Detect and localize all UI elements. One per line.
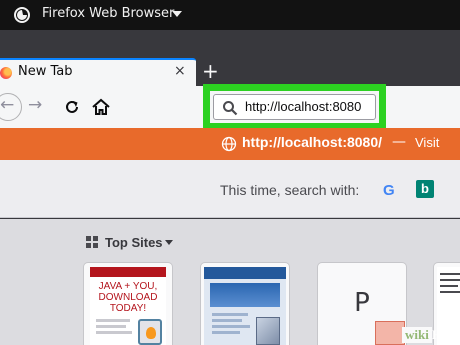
watermark-part2: How xyxy=(431,327,458,342)
forward-button[interactable]: → xyxy=(28,95,52,119)
tab-strip: New Tab × + xyxy=(0,30,460,86)
app-menu-label[interactable]: Firefox Web Browser xyxy=(42,6,174,21)
watermark-part1: wiki xyxy=(402,327,432,343)
google-glyph: G xyxy=(383,182,395,199)
search-with-prompt: This time, search with: xyxy=(220,182,360,198)
top-site-tile-p[interactable]: P xyxy=(318,263,406,345)
url-suggestion-row[interactable]: http://localhost:8080/ — Visit xyxy=(0,128,460,160)
back-button[interactable]: ← xyxy=(0,93,22,121)
google-icon[interactable]: G xyxy=(383,182,395,199)
home-icon[interactable] xyxy=(89,95,113,119)
bing-icon[interactable]: b xyxy=(416,180,434,198)
firefox-favicon-icon xyxy=(0,67,12,79)
system-top-bar: Firefox Web Browser xyxy=(0,0,460,30)
tab-new-tab[interactable]: New Tab × xyxy=(0,58,196,86)
globe-icon xyxy=(221,136,237,152)
wikihow-watermark: wiki How xyxy=(402,324,458,343)
new-tab-button[interactable]: + xyxy=(202,61,219,81)
new-tab-page: Top Sites JAVA + YOU, DOWNLOAD TODAY! P xyxy=(0,219,460,345)
search-icon xyxy=(223,101,238,116)
reload-icon[interactable] xyxy=(60,95,84,119)
top-site-tile-apache[interactable] xyxy=(201,263,289,345)
apache-thumbnail xyxy=(204,267,286,345)
url-bar[interactable]: http://localhost:8080 xyxy=(213,94,376,120)
tab-close-icon[interactable]: × xyxy=(174,63,186,79)
url-input-value[interactable]: http://localhost:8080 xyxy=(245,99,361,114)
server-cube-icon xyxy=(256,317,280,345)
firefox-app-icon xyxy=(14,7,30,23)
top-site-tile-java[interactable]: JAVA + YOU, DOWNLOAD TODAY! xyxy=(84,263,172,345)
tile-letter: P xyxy=(354,288,370,318)
forward-arrow-icon: → xyxy=(28,95,43,115)
screen: Firefox Web Browser New Tab × + ← → http… xyxy=(0,0,460,345)
java-headline: JAVA + YOU, DOWNLOAD TODAY! xyxy=(98,281,158,314)
tab-title: New Tab xyxy=(18,64,73,79)
back-arrow-icon: ← xyxy=(0,95,15,115)
suggestion-action: Visit xyxy=(415,135,440,150)
grid-icon xyxy=(86,236,99,249)
chevron-down-icon xyxy=(165,240,173,245)
suggestion-url: http://localhost:8080/ xyxy=(242,134,383,150)
java-thumbnail: JAVA + YOU, DOWNLOAD TODAY! xyxy=(90,267,166,345)
java-cup-icon xyxy=(138,319,162,345)
tile-thumbnail xyxy=(375,321,405,345)
search-engines-row: This time, search with: G b xyxy=(0,160,460,218)
suggestion-separator: — xyxy=(392,134,406,150)
url-bar-highlight: http://localhost:8080 xyxy=(203,84,386,130)
app-menu-caret-icon[interactable] xyxy=(172,11,182,17)
top-sites-label: Top Sites xyxy=(105,235,163,250)
